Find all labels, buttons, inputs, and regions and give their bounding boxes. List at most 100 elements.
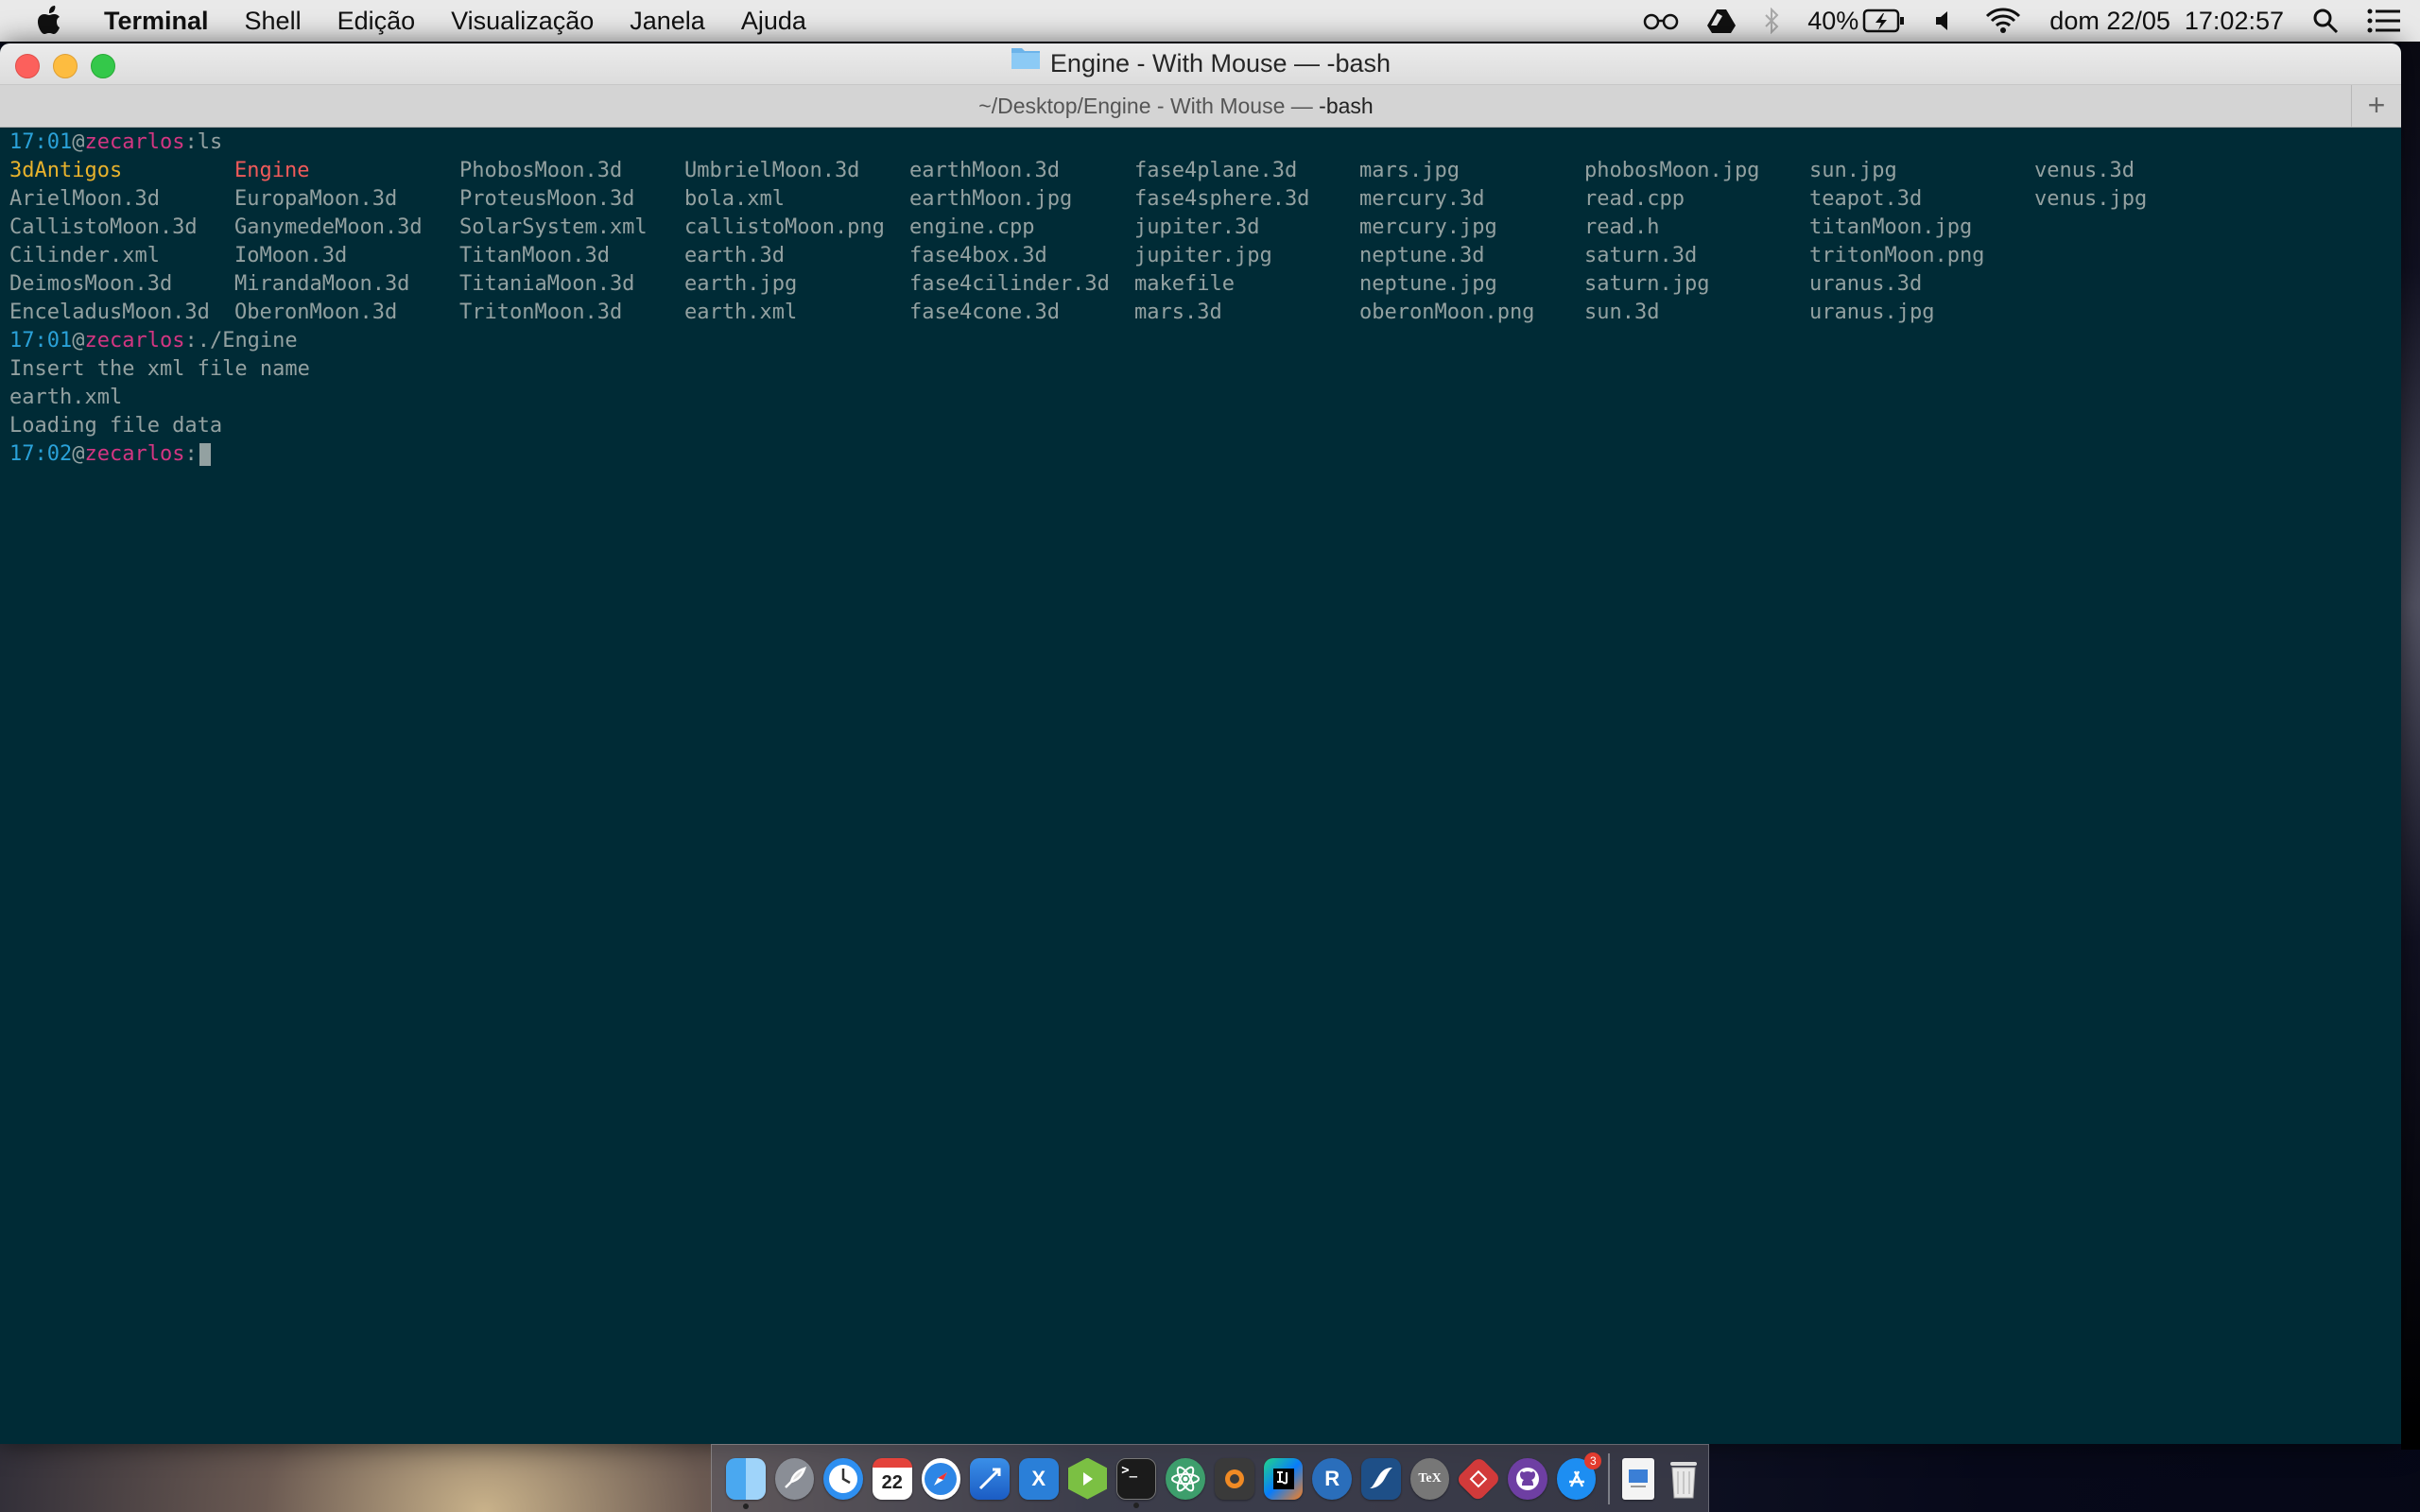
ls-file-entry: read.h bbox=[1584, 215, 1660, 239]
atom-icon[interactable] bbox=[1166, 1457, 1206, 1500]
menu-shell[interactable]: Shell bbox=[245, 7, 302, 36]
menu-bar: Terminal Shell Edição Visualização Janel… bbox=[0, 0, 2420, 42]
ls-file-entry: earth.jpg bbox=[684, 272, 798, 296]
ls-file-entry: DeimosMoon.3d bbox=[9, 272, 173, 296]
safari-icon[interactable] bbox=[921, 1457, 961, 1500]
calendar-icon[interactable]: 22 bbox=[872, 1457, 912, 1500]
ls-file-entry: ArielMoon.3d bbox=[9, 187, 160, 211]
menu-view[interactable]: Visualização bbox=[451, 7, 594, 36]
title-bar[interactable]: Engine - With Mouse — -bash bbox=[0, 43, 2401, 85]
ls-file-entry: fase4sphere.3d bbox=[1134, 187, 1310, 211]
ls-output: 3dAntigos Engine PhobosMoon.3d UmbrielMoon.… bbox=[9, 157, 2392, 327]
ls-file-entry: uranus.3d bbox=[1809, 272, 1923, 296]
launchpad-icon[interactable] bbox=[774, 1457, 815, 1500]
prompt-sep: : bbox=[184, 329, 198, 352]
trash-icon[interactable] bbox=[1664, 1458, 1703, 1500]
folder-icon bbox=[1011, 43, 1041, 82]
ls-file-entry: earthMoon.jpg bbox=[909, 187, 1073, 211]
prompt-time: 17:01 bbox=[9, 130, 73, 154]
menu-edit[interactable]: Edição bbox=[337, 7, 416, 36]
ls-file-entry: venus.jpg bbox=[2034, 187, 2148, 211]
git-tool-icon[interactable] bbox=[1455, 1455, 1502, 1502]
ls-file-entry: 3dAntigos bbox=[9, 159, 123, 182]
mysql-workbench-icon[interactable] bbox=[1361, 1457, 1401, 1500]
ls-file-entry: titanMoon.jpg bbox=[1809, 215, 1973, 239]
terminal-app-icon[interactable]: >_ bbox=[1116, 1457, 1157, 1508]
ls-file-entry: earth.xml bbox=[684, 301, 798, 324]
menu-help[interactable]: Ajuda bbox=[741, 7, 806, 36]
ls-file-entry: MirandaMoon.3d bbox=[234, 272, 410, 296]
window-title-text: Engine - With Mouse — -bash bbox=[1049, 49, 1392, 77]
terminal-prompt-glyph: >_ bbox=[1121, 1462, 1138, 1478]
desktop-wallpaper bbox=[2401, 42, 2420, 1450]
ls-file-entry: mars.3d bbox=[1134, 301, 1222, 324]
menu-app-name[interactable]: Terminal bbox=[104, 7, 209, 36]
prompt-at: @ bbox=[72, 130, 85, 154]
ls-file-entry: sun.jpg bbox=[1809, 159, 1897, 182]
apple-menu-icon[interactable] bbox=[36, 4, 66, 38]
battery-icon[interactable] bbox=[1862, 9, 1906, 33]
glasses-icon[interactable] bbox=[1643, 11, 1679, 30]
app-store-badge: 3 bbox=[1584, 1452, 1602, 1469]
github-desktop-icon[interactable] bbox=[1508, 1457, 1547, 1500]
ls-file-entry: tritonMoon.png bbox=[1809, 244, 1985, 267]
clock-app-icon[interactable] bbox=[823, 1457, 863, 1500]
prompt-sep: : bbox=[184, 442, 198, 466]
r-studio-icon[interactable]: R bbox=[1312, 1457, 1353, 1500]
ls-file-entry bbox=[2034, 270, 2259, 299]
ls-file-entry: mercury.jpg bbox=[1359, 215, 1497, 239]
new-tab-button[interactable]: + bbox=[2351, 85, 2401, 127]
ls-file-entry bbox=[2034, 214, 2259, 242]
ls-file-entry: jupiter.jpg bbox=[1134, 244, 1272, 267]
wifi-icon[interactable] bbox=[1985, 8, 2021, 34]
bluetooth-icon[interactable] bbox=[1764, 8, 1779, 34]
prompt-line: 17:01@zecarlos:ls bbox=[9, 129, 2392, 157]
app-store-icon[interactable]: 3 bbox=[1556, 1452, 1602, 1500]
status-area: 40% dom 22/05 17:02:57 bbox=[1643, 0, 2420, 42]
tab-title[interactable]: ~/Desktop/Engine - With Mouse — -bash bbox=[0, 85, 2352, 127]
spotlight-search-icon[interactable] bbox=[2312, 8, 2339, 34]
ls-file-entry: mars.jpg bbox=[1359, 159, 1460, 182]
sublime-icon[interactable] bbox=[1215, 1457, 1254, 1500]
terminal-content[interactable]: 17:01@zecarlos:ls 3dAntigos Engine PhobosM… bbox=[0, 129, 2401, 1444]
ls-file-entry: GanymedeMoon.3d bbox=[234, 215, 423, 239]
xcode-icon[interactable]: X bbox=[1018, 1457, 1059, 1500]
ls-file-entry: engine.cpp bbox=[909, 215, 1035, 239]
google-drive-icon[interactable] bbox=[1707, 9, 1737, 33]
menu-window[interactable]: Janela bbox=[630, 7, 705, 36]
ls-file-entry: Engine bbox=[234, 159, 310, 182]
xcode-instruments-icon[interactable] bbox=[970, 1457, 1010, 1500]
ls-file-entry: saturn.jpg bbox=[1584, 272, 1710, 296]
xcode-label: X bbox=[1031, 1466, 1046, 1490]
ls-file-entry: SolarSystem.xml bbox=[459, 215, 648, 239]
clock[interactable]: dom 22/05 17:02:57 bbox=[2049, 7, 2284, 36]
dock-separator bbox=[1608, 1452, 1611, 1504]
prompt-line: 17:02@zecarlos: bbox=[9, 440, 2392, 469]
finder-icon[interactable] bbox=[726, 1457, 766, 1509]
ls-file-entry: OberonMoon.3d bbox=[234, 301, 398, 324]
notification-center-icon[interactable] bbox=[2367, 9, 2401, 33]
document-file-icon[interactable] bbox=[1622, 1457, 1655, 1500]
prompt-at: @ bbox=[72, 329, 85, 352]
output-line: earth.xml bbox=[9, 386, 123, 409]
ls-file-entry: TritonMoon.3d bbox=[459, 301, 623, 324]
ls-file-entry: IoMoon.3d bbox=[234, 244, 348, 267]
tex-icon[interactable]: TeX bbox=[1409, 1457, 1450, 1500]
volume-icon[interactable] bbox=[1934, 9, 1957, 32]
ls-file-entry: read.cpp bbox=[1584, 187, 1685, 211]
ls-file-entry: PhobosMoon.3d bbox=[459, 159, 623, 182]
ls-file-entry: Cilinder.xml bbox=[9, 244, 160, 267]
ls-file-entry: earth.3d bbox=[684, 244, 785, 267]
ls-file-entry: oberonMoon.png bbox=[1359, 301, 1535, 324]
ls-file-entry: fase4cone.3d bbox=[909, 301, 1060, 324]
prompt-user: zecarlos bbox=[84, 442, 185, 466]
tex-label: TeX bbox=[1418, 1470, 1442, 1486]
prompt-user: zecarlos bbox=[84, 329, 185, 352]
android-studio-icon[interactable] bbox=[1067, 1457, 1108, 1500]
ls-file-entry: bola.xml bbox=[684, 187, 785, 211]
ls-file-entry: fase4plane.3d bbox=[1134, 159, 1298, 182]
prompt-sep: : bbox=[184, 130, 198, 154]
intellij-icon[interactable] bbox=[1263, 1457, 1304, 1500]
ls-file-entry: phobosMoon.jpg bbox=[1584, 159, 1760, 182]
ls-file-entry: EnceladusMoon.3d bbox=[9, 301, 210, 324]
